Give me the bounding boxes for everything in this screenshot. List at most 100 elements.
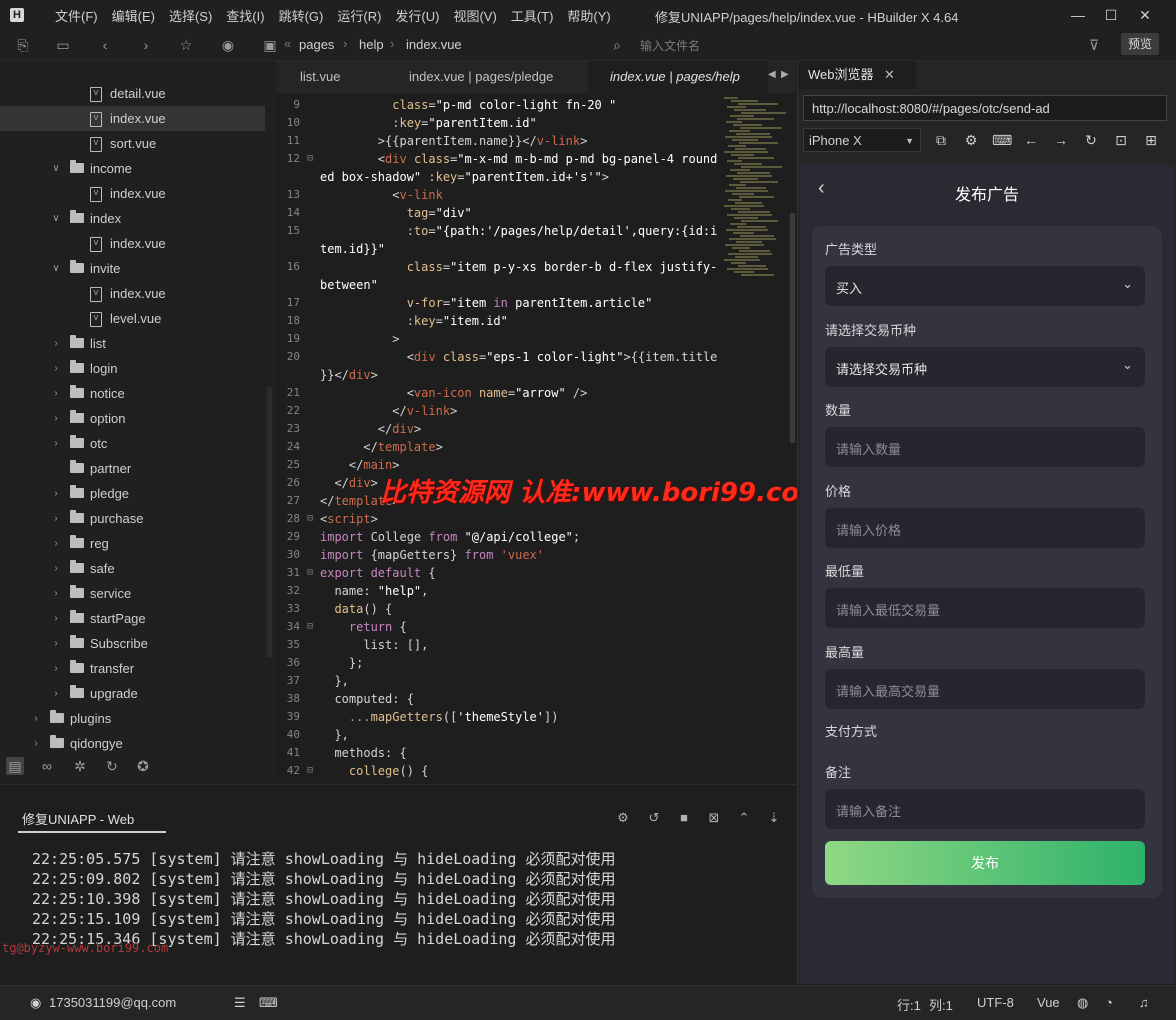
stop-icon[interactable]: ■ bbox=[675, 809, 693, 827]
forward-arrow-icon[interactable]: → bbox=[1052, 131, 1070, 149]
chevron-right-icon[interactable]: › bbox=[50, 381, 62, 406]
chevron-right-icon[interactable]: › bbox=[30, 731, 42, 751]
fold-toggle-icon[interactable]: ⊟ bbox=[307, 150, 317, 168]
new-file-icon[interactable]: ⎘ bbox=[14, 36, 32, 54]
tree-folder[interactable]: › qidongye bbox=[0, 731, 265, 751]
console-tab[interactable]: 修复UNIAPP - Web bbox=[22, 809, 134, 828]
menu-item[interactable]: 文件(F) bbox=[48, 6, 105, 25]
filter-icon[interactable]: ⊽ bbox=[1085, 36, 1103, 54]
chevron-down-icon[interactable]: ∨ bbox=[50, 206, 62, 231]
chevron-right-icon[interactable]: › bbox=[50, 606, 62, 631]
preview-button[interactable]: 预览 bbox=[1121, 33, 1159, 55]
tab-scroll-left-icon[interactable]: ◀ bbox=[768, 69, 776, 80]
list-icon[interactable]: ☰ bbox=[234, 995, 246, 1011]
language-mode[interactable]: Vue bbox=[1037, 995, 1060, 1010]
text-input[interactable]: 请输入数量 bbox=[825, 427, 1145, 467]
notification-icon[interactable]: ◔ bbox=[1105, 995, 1113, 1010]
screenshot-icon[interactable]: ⧉ bbox=[932, 131, 950, 149]
tree-file[interactable]: Vsort.vue bbox=[0, 131, 265, 156]
chevron-right-icon[interactable]: › bbox=[50, 481, 62, 506]
breadcrumb-item[interactable]: help bbox=[359, 37, 384, 52]
chevron-down-icon[interactable]: ∨ bbox=[50, 256, 62, 281]
close-tab-icon[interactable]: ✕ bbox=[884, 61, 895, 89]
chevron-right-icon[interactable]: › bbox=[50, 581, 62, 606]
tab-scroll-right-icon[interactable]: ▶ bbox=[781, 69, 789, 80]
close-window-button[interactable]: ✕ bbox=[1135, 5, 1155, 25]
save-icon[interactable]: ▭ bbox=[54, 36, 72, 54]
tree-folder[interactable]: › plugins bbox=[0, 706, 265, 731]
chevron-right-icon[interactable]: › bbox=[50, 331, 62, 356]
tree-folder[interactable]: › pledge bbox=[0, 481, 265, 506]
tree-folder[interactable]: ∨ invite bbox=[0, 256, 265, 281]
tree-folder[interactable]: › transfer bbox=[0, 656, 265, 681]
scroll-lock-icon[interactable]: ⇣ bbox=[765, 809, 783, 827]
clear-console-icon[interactable]: ⊠ bbox=[705, 809, 723, 827]
cursor-line[interactable]: 行:1 bbox=[897, 995, 921, 1014]
terminal-icon[interactable]: ⌨ bbox=[259, 995, 278, 1011]
tree-folder[interactable]: › reg bbox=[0, 531, 265, 556]
collapse-panel-icon[interactable]: ⌃ bbox=[735, 809, 753, 827]
web-browser-tab[interactable]: Web浏览器 ✕ bbox=[798, 61, 916, 89]
binoculars-icon[interactable]: ∞ bbox=[38, 757, 56, 775]
back-arrow-icon[interactable]: ← bbox=[1022, 131, 1040, 149]
tree-file[interactable]: Vindex.vue bbox=[0, 106, 265, 131]
tree-folder[interactable]: partner bbox=[0, 456, 265, 481]
select-field[interactable]: 买入 ⌄ bbox=[825, 266, 1145, 306]
cursor-column[interactable]: 列:1 bbox=[929, 995, 953, 1014]
url-input[interactable] bbox=[803, 95, 1167, 121]
tree-file[interactable]: Vlevel.vue bbox=[0, 306, 265, 331]
tree-file[interactable]: Vindex.vue bbox=[0, 181, 265, 206]
text-input[interactable]: 请输入最低交易量 bbox=[825, 588, 1145, 628]
menu-item[interactable]: 跳转(G) bbox=[272, 6, 331, 25]
tree-folder[interactable]: › purchase bbox=[0, 506, 265, 531]
lock-icon[interactable]: ⊡ bbox=[1112, 131, 1130, 149]
select-field[interactable]: 请选择交易币种 ⌄ bbox=[825, 346, 1145, 387]
bug-icon[interactable]: ✲ bbox=[71, 757, 89, 775]
menu-item[interactable]: 帮助(Y) bbox=[560, 6, 617, 25]
back-icon[interactable]: ‹ bbox=[96, 36, 114, 54]
tree-folder[interactable]: › login bbox=[0, 356, 265, 381]
fold-toggle-icon[interactable]: ⊟ bbox=[307, 618, 317, 636]
menu-item[interactable]: 运行(R) bbox=[330, 6, 388, 25]
tab-list-vue[interactable]: list.vue bbox=[278, 61, 362, 93]
plugin-icon[interactable]: ✪ bbox=[134, 757, 152, 775]
source-control-icon[interactable]: ↻ bbox=[103, 757, 121, 775]
run-icon[interactable]: ◉ bbox=[219, 36, 237, 54]
menu-item[interactable]: 工具(T) bbox=[504, 6, 561, 25]
project-icon[interactable]: ▣ bbox=[261, 36, 279, 54]
settings-icon[interactable]: ⚙ bbox=[962, 131, 980, 149]
sidebar-scrollbar[interactable] bbox=[267, 387, 272, 657]
code-editor[interactable]: 9 class="p-md color-light fn-20 " 10 :key… bbox=[276, 93, 796, 783]
file-search-input[interactable] bbox=[638, 33, 1082, 59]
text-input[interactable]: 请输入最高交易量 bbox=[825, 668, 1145, 709]
forward-icon[interactable]: › bbox=[137, 36, 155, 54]
fold-toggle-icon[interactable]: ⊟ bbox=[307, 564, 317, 582]
layout-icon[interactable]: ⊞ bbox=[1142, 131, 1160, 149]
text-input[interactable]: 请输入价格 bbox=[825, 507, 1145, 548]
menu-item[interactable]: 视图(V) bbox=[446, 6, 503, 25]
menu-item[interactable]: 查找(I) bbox=[219, 6, 271, 25]
star-icon[interactable]: ☆ bbox=[177, 36, 195, 54]
chevron-right-icon[interactable]: › bbox=[50, 656, 62, 681]
tree-folder[interactable]: › safe bbox=[0, 556, 265, 581]
chevron-right-icon[interactable]: › bbox=[50, 681, 62, 706]
submit-button[interactable]: 发布 bbox=[825, 841, 1145, 885]
minimap[interactable] bbox=[720, 97, 790, 277]
tree-file[interactable]: Vindex.vue bbox=[0, 281, 265, 306]
tree-folder[interactable]: › notice bbox=[0, 381, 265, 406]
chevron-down-icon[interactable]: ∨ bbox=[50, 156, 62, 181]
tree-file[interactable]: Vdetail.vue bbox=[0, 81, 265, 106]
minimize-button[interactable]: — bbox=[1068, 5, 1088, 25]
chevron-right-icon[interactable]: › bbox=[50, 556, 62, 581]
restart-icon[interactable]: ↺ bbox=[645, 809, 663, 827]
tree-folder[interactable]: › startPage bbox=[0, 606, 265, 631]
breadcrumb-item[interactable]: index.vue bbox=[406, 37, 462, 52]
account-email[interactable]: 1735031199@qq.com bbox=[49, 995, 176, 1010]
fold-toggle-icon[interactable]: ⊟ bbox=[307, 762, 317, 780]
chat-icon[interactable]: ◍ bbox=[1077, 995, 1088, 1011]
chevron-right-icon[interactable]: › bbox=[50, 531, 62, 556]
fold-toggle-icon[interactable]: ⊟ bbox=[307, 510, 317, 528]
chevron-right-icon[interactable]: › bbox=[30, 706, 42, 731]
remark-input[interactable]: 请输入备注 bbox=[825, 789, 1145, 829]
tree-folder[interactable]: › list bbox=[0, 331, 265, 356]
